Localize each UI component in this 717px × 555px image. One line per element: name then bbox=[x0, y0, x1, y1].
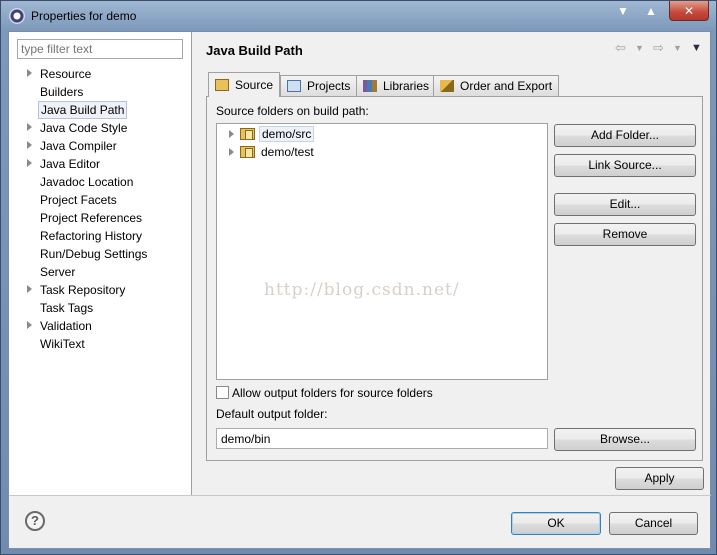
tree-item-label: Server bbox=[40, 265, 76, 279]
expand-arrow-icon[interactable] bbox=[27, 285, 32, 293]
tree-item-label: Javadoc Location bbox=[40, 175, 134, 189]
expand-arrow-icon[interactable] bbox=[27, 69, 32, 77]
view-menu-icon[interactable]: ▼ bbox=[691, 42, 702, 54]
expand-arrow-icon[interactable] bbox=[27, 123, 32, 131]
list-item-label: demo/src bbox=[259, 126, 315, 142]
package-folder-icon bbox=[240, 146, 255, 158]
tree-item-label: Task Repository bbox=[40, 283, 126, 297]
tree-item-refactoring-history[interactable]: Refactoring History bbox=[9, 227, 192, 245]
tab-order-and-export[interactable]: Order and Export bbox=[433, 75, 560, 97]
title-bar[interactable]: Properties for demo ▼ ▲ ✕ bbox=[1, 1, 716, 31]
tree-item-wikitext[interactable]: WikiText bbox=[9, 335, 192, 353]
package-folder-icon bbox=[240, 128, 255, 140]
tree-item-task-repository[interactable]: Task Repository bbox=[9, 281, 192, 299]
expand-arrow-icon[interactable] bbox=[229, 130, 234, 138]
footer-separator bbox=[9, 495, 711, 496]
tree-item-label: Resource bbox=[40, 67, 92, 81]
tree-item-builders[interactable]: Builders bbox=[9, 83, 192, 101]
link-source-button[interactable]: Link Source... bbox=[554, 154, 696, 177]
tree-item-label: Java Compiler bbox=[40, 139, 117, 153]
list-item[interactable]: demo/src bbox=[217, 125, 547, 143]
tree-item-java-code-style[interactable]: Java Code Style bbox=[9, 119, 192, 137]
tree-item-validation[interactable]: Validation bbox=[9, 317, 192, 335]
tree-item-label: Task Tags bbox=[40, 301, 94, 315]
tree-item-label: Project References bbox=[40, 211, 143, 225]
tree-item-label: WikiText bbox=[40, 337, 85, 351]
remove-button[interactable]: Remove bbox=[554, 223, 696, 246]
tree-item-javadoc-location[interactable]: Javadoc Location bbox=[9, 173, 192, 191]
tree-item-label: Java Editor bbox=[40, 157, 101, 171]
allow-output-checkbox[interactable] bbox=[216, 386, 229, 399]
default-output-label: Default output folder: bbox=[216, 407, 328, 421]
dialog-body: Resource Builders Java Build Path Java C… bbox=[8, 31, 711, 549]
back-menu-icon[interactable]: ▼ bbox=[635, 43, 644, 53]
default-output-field[interactable]: demo/bin bbox=[216, 428, 548, 449]
expand-arrow-icon[interactable] bbox=[27, 159, 32, 167]
source-folder-list[interactable]: demo/src demo/test bbox=[216, 123, 548, 380]
tree-item-label: Project Facets bbox=[40, 193, 117, 207]
tab-label: Projects bbox=[307, 79, 351, 93]
tree-item-label: Refactoring History bbox=[40, 229, 143, 243]
list-item-label: demo/test bbox=[261, 145, 314, 159]
watermark: http://blog.csdn.net/ bbox=[264, 280, 460, 300]
help-icon[interactable]: ? bbox=[25, 511, 45, 531]
source-folders-label: Source folders on build path: bbox=[216, 104, 369, 118]
tree-item-label: Java Build Path bbox=[38, 101, 128, 119]
tree-item-label: Java Code Style bbox=[40, 121, 128, 135]
tab-label: Order and Export bbox=[460, 79, 553, 93]
browse-button[interactable]: Browse... bbox=[554, 428, 696, 451]
tree-item-project-facets[interactable]: Project Facets bbox=[9, 191, 192, 209]
add-folder-button[interactable]: Add Folder... bbox=[554, 124, 696, 147]
source-folder-icon bbox=[215, 79, 229, 91]
window-title: Properties for demo bbox=[31, 9, 137, 23]
expand-arrow-icon[interactable] bbox=[27, 321, 32, 329]
tree-item-project-references[interactable]: Project References bbox=[9, 209, 192, 227]
page-navigation: ⇦ ▼ ⇨ ▼ ▼ bbox=[611, 40, 706, 58]
tree-item-java-compiler[interactable]: Java Compiler bbox=[9, 137, 192, 155]
allow-output-label: Allow output folders for source folders bbox=[232, 386, 433, 400]
list-item[interactable]: demo/test bbox=[217, 143, 547, 161]
tree-item-task-tags[interactable]: Task Tags bbox=[9, 299, 192, 317]
tree-item-label: Validation bbox=[40, 319, 92, 333]
properties-dialog: Properties for demo ▼ ▲ ✕ Resource Build… bbox=[0, 0, 717, 555]
apply-button[interactable]: Apply bbox=[615, 467, 704, 490]
filter-input[interactable] bbox=[17, 39, 183, 59]
expand-arrow-icon[interactable] bbox=[229, 148, 234, 156]
page-title: Java Build Path bbox=[206, 43, 303, 58]
maximize-button[interactable]: ▲ bbox=[637, 1, 665, 21]
tree-item-server[interactable]: Server bbox=[9, 263, 192, 281]
back-arrow-icon[interactable]: ⇦ bbox=[615, 40, 626, 56]
tree-item-resource[interactable]: Resource bbox=[9, 65, 192, 83]
tab-libraries[interactable]: Libraries bbox=[356, 75, 437, 97]
tree-item-java-editor[interactable]: Java Editor bbox=[9, 155, 192, 173]
category-tree: Resource Builders Java Build Path Java C… bbox=[9, 32, 192, 495]
tree-item-java-build-path[interactable]: Java Build Path bbox=[9, 101, 192, 119]
close-button[interactable]: ✕ bbox=[669, 1, 709, 21]
ok-button[interactable]: OK bbox=[511, 512, 601, 535]
tab-source[interactable]: Source bbox=[208, 72, 281, 97]
eclipse-icon bbox=[9, 8, 25, 24]
tree-item-label: Builders bbox=[40, 85, 84, 99]
tree-item-run-debug-settings[interactable]: Run/Debug Settings bbox=[9, 245, 192, 263]
edit-button[interactable]: Edit... bbox=[554, 193, 696, 216]
tab-label: Source bbox=[235, 78, 274, 92]
tab-projects[interactable]: Projects bbox=[280, 75, 358, 97]
projects-icon bbox=[287, 80, 301, 92]
minimize-button[interactable]: ▼ bbox=[609, 1, 637, 21]
tab-label: Libraries bbox=[383, 79, 430, 93]
tree-item-label: Run/Debug Settings bbox=[40, 247, 148, 261]
order-export-icon bbox=[440, 80, 454, 92]
forward-arrow-icon[interactable]: ⇨ bbox=[653, 40, 664, 56]
expand-arrow-icon[interactable] bbox=[27, 141, 32, 149]
libraries-icon bbox=[363, 80, 377, 92]
forward-menu-icon[interactable]: ▼ bbox=[673, 43, 682, 53]
cancel-button[interactable]: Cancel bbox=[609, 512, 698, 535]
